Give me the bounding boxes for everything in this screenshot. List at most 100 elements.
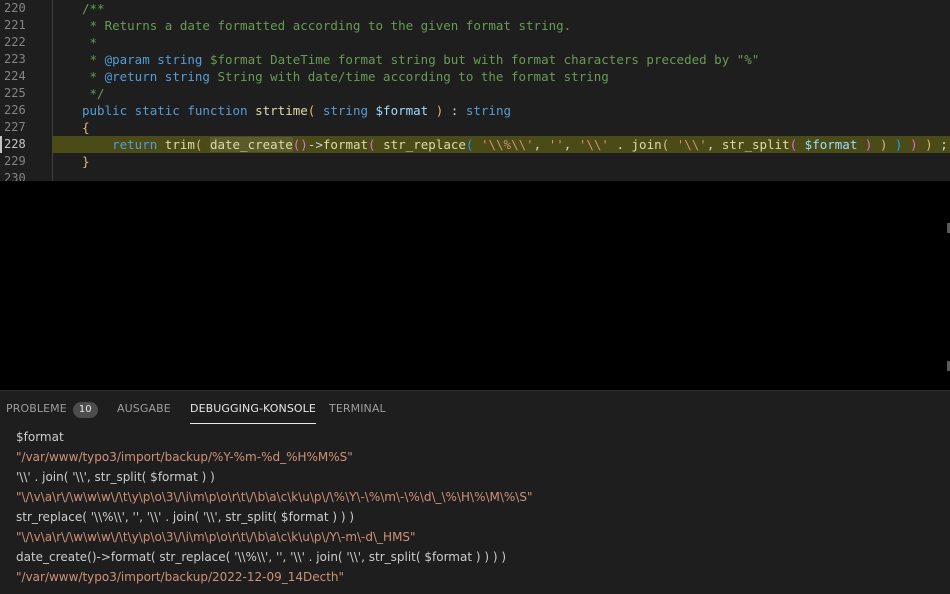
line-number: 220 — [4, 1, 26, 15]
code-token: () — [292, 137, 308, 152]
code-token: '\\' — [578, 137, 609, 152]
code-token: /** — [82, 1, 105, 16]
code-token: ) — [902, 137, 918, 152]
code-token: string — [322, 103, 376, 118]
code-line[interactable]: 221 * Returns a date formatted according… — [0, 17, 950, 34]
code-text: public static function strtime( string $… — [82, 102, 511, 119]
code-token: , — [533, 137, 549, 152]
code-token: $format — [804, 137, 858, 152]
code-token: } — [82, 154, 90, 169]
code-token: -> — [307, 137, 323, 152]
tab-label: PROBLEME — [6, 402, 67, 415]
tab-debug-console[interactable]: DEBUGGING-KONSOLE — [190, 401, 316, 424]
code-line[interactable]: 229} — [0, 153, 950, 170]
code-text: */ — [82, 85, 105, 102]
console-output-line: "/var/www/typo3/import/backup/%Y-%m-%d_%… — [16, 450, 353, 464]
panel-tabs: PROBLEME 10 AUSGABE DEBUGGING-KONSOLE TER… — [0, 391, 950, 427]
code-token: : — [443, 103, 466, 118]
line-number: 222 — [4, 35, 26, 49]
code-token: ) — [917, 137, 933, 152]
code-line[interactable]: 223 * @param string $format DateTime for… — [0, 51, 950, 68]
code-token: format — [322, 137, 369, 152]
code-token: ) — [872, 137, 888, 152]
tab-label: AUSGABE — [117, 402, 171, 415]
code-token: */ — [82, 86, 105, 101]
code-line[interactable]: 220 /** — [0, 0, 950, 17]
code-line[interactable]: 227 { — [0, 119, 950, 136]
code-token: trim — [164, 137, 195, 152]
code-token: ) — [857, 137, 873, 152]
code-line[interactable]: 226 public static function strtime( strin… — [0, 102, 950, 119]
code-token: @param — [104, 52, 150, 67]
line-number: 224 — [4, 69, 26, 83]
code-line[interactable]: 228 return trim( date_create()->format( … — [0, 136, 950, 153]
code-token: str_split — [721, 137, 790, 152]
code-token: join — [631, 137, 662, 152]
line-number: 221 — [4, 18, 26, 32]
code-token: ( — [307, 103, 323, 118]
code-token: ( — [368, 137, 384, 152]
problems-count-badge: 10 — [72, 402, 98, 418]
code-token: '' — [548, 137, 564, 152]
code-token: * — [82, 35, 98, 50]
code-token: string — [164, 69, 210, 84]
code-line[interactable]: 225 */ — [0, 85, 950, 102]
line-number: 223 — [4, 52, 26, 66]
line-number: 229 — [4, 154, 26, 168]
code-token: $format DateTime format string but with … — [202, 52, 760, 67]
code-token: '\\%\\' — [480, 137, 534, 152]
code-token: { — [82, 120, 90, 135]
line-number: 225 — [4, 86, 26, 100]
code-token: string — [157, 52, 203, 67]
code-token: strtime — [255, 103, 308, 118]
code-text: } — [82, 153, 90, 170]
code-text: * @param string $format DateTime format … — [82, 51, 760, 68]
code-token: ; — [932, 137, 948, 152]
line-number: 230 — [4, 171, 26, 181]
code-token: ( — [661, 137, 677, 152]
code-token: date_create — [209, 137, 293, 152]
code-token: . — [608, 137, 632, 152]
code-token: , — [706, 137, 722, 152]
code-text: return trim( date_create()->format( str_… — [82, 136, 948, 153]
code-token: ( — [789, 137, 805, 152]
tab-label: TERMINAL — [329, 402, 386, 415]
line-number: 228 — [4, 137, 26, 151]
line-number: 226 — [4, 103, 26, 117]
code-line[interactable]: 224 * @return string String with date/ti… — [0, 68, 950, 85]
tab-problems[interactable]: PROBLEME 10 — [6, 401, 98, 423]
tab-label: DEBUGGING-KONSOLE — [190, 402, 316, 415]
tab-terminal[interactable]: TERMINAL — [329, 401, 386, 423]
console-output-line: "/var/www/typo3/import/backup/2022-12-09… — [16, 570, 345, 584]
console-input-line: $format — [16, 430, 64, 444]
console-output-line: "\/\v\a\r\/\w\w\w\/\t\y\p\o\3\/\i\m\p\o\… — [16, 530, 416, 544]
bottom-panel: PROBLEME 10 AUSGABE DEBUGGING-KONSOLE TER… — [0, 390, 950, 594]
code-token: String with date/time according to the f… — [209, 69, 609, 84]
code-line[interactable]: 230 — [0, 170, 950, 181]
code-text: * @return string String with date/time a… — [82, 68, 609, 85]
code-line[interactable]: 222 * — [0, 34, 950, 51]
code-token: ( — [194, 137, 210, 152]
console-output-line: "\/\v\a\r\/\w\w\w\/\t\y\p\o\3\/\i\m\p\o\… — [16, 490, 533, 504]
console-input-line: '\\' . join( '\\', str_split( $format ) … — [16, 470, 215, 484]
code-token: str_replace — [383, 137, 466, 152]
code-token: , — [563, 137, 579, 152]
code-token: ( — [465, 137, 481, 152]
console-input-line: str_replace( '\\%\\', '', '\\' . join( '… — [16, 510, 355, 524]
line-number: 227 — [4, 120, 26, 134]
console-input-line: date_create()->format( str_replace( '\\%… — [16, 550, 507, 564]
code-token: return — [112, 137, 165, 152]
tab-output[interactable]: AUSGABE — [117, 401, 171, 423]
code-token: ) — [887, 137, 903, 152]
code-token: * — [82, 52, 105, 67]
code-editor[interactable]: 220/** 221 * Returns a date formatted acc… — [0, 0, 950, 181]
empty-editor-area — [0, 181, 950, 390]
code-token: ) — [428, 103, 444, 118]
code-token: @return — [104, 69, 158, 84]
code-token: $format — [375, 103, 429, 118]
code-token: * Returns a date formatted according to … — [82, 18, 572, 33]
code-text: * — [82, 34, 98, 51]
code-text: { — [82, 119, 90, 136]
